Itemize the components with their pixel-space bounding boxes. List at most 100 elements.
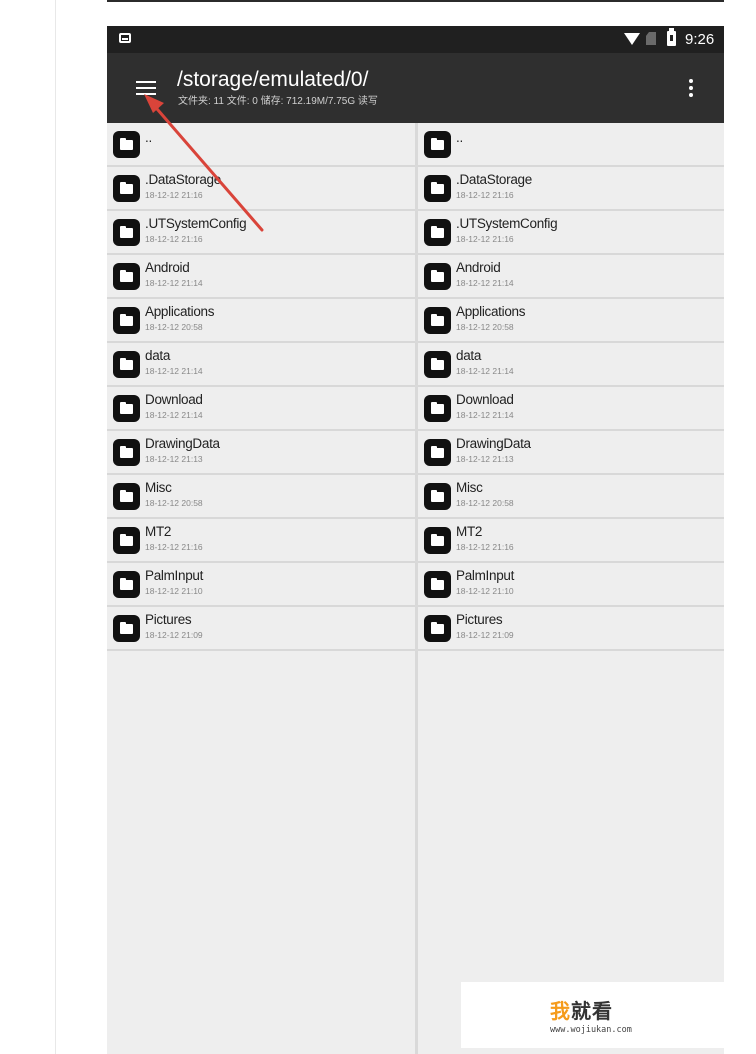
- folder-name: PalmInput: [145, 568, 204, 583]
- folder-name: MT2: [456, 524, 483, 539]
- folder-name: data: [456, 348, 482, 363]
- folder-row[interactable]: Applications 18-12-12 20:58: [418, 299, 724, 343]
- folder-row[interactable]: Misc 18-12-12 20:58: [418, 475, 724, 519]
- folder-name: DrawingData: [145, 436, 220, 451]
- folder-row[interactable]: MT2 18-12-12 21:16: [418, 519, 724, 563]
- folder-row[interactable]: DrawingData 18-12-12 21:13: [107, 431, 415, 475]
- folder-row[interactable]: Android 18-12-12 21:14: [418, 255, 724, 299]
- folder-icon: [424, 527, 451, 554]
- folder-row[interactable]: MT2 18-12-12 21:16: [107, 519, 415, 563]
- current-path-title: /storage/emulated/0/: [177, 68, 369, 91]
- folder-name: Android: [456, 260, 501, 275]
- folder-modified-date: 18-12-12 21:14: [145, 278, 203, 288]
- page-top-rule: [107, 0, 724, 2]
- app-bar: /storage/emulated/0/ 文件夹: 11 文件: 0 储存: 7…: [107, 53, 724, 123]
- folder-modified-date: 18-12-12 20:58: [145, 498, 203, 508]
- folder-modified-date: 18-12-12 21:14: [145, 366, 203, 376]
- folder-icon: [113, 615, 140, 642]
- folder-row[interactable]: .UTSystemConfig 18-12-12 21:16: [107, 211, 415, 255]
- folder-modified-date: 18-12-12 21:16: [456, 542, 514, 552]
- folder-row[interactable]: .DataStorage 18-12-12 21:16: [418, 167, 724, 211]
- notification-icon: [119, 33, 131, 43]
- storage-summary: 文件夹: 11 文件: 0 储存: 712.19M/7.75G 读写: [178, 96, 378, 107]
- folder-icon: [424, 615, 451, 642]
- page-left-rule: [55, 0, 56, 1054]
- wifi-icon: [624, 33, 640, 45]
- left-file-pane: .. .DataStorage 18-12-12 21:16 .UTSystemCon…: [107, 123, 415, 1054]
- folder-icon: [424, 175, 451, 202]
- more-vert-icon[interactable]: [681, 76, 701, 100]
- folder-icon: [113, 307, 140, 334]
- folder-modified-date: 18-12-12 21:13: [145, 454, 203, 464]
- folder-name: .DataStorage: [456, 172, 532, 187]
- folder-modified-date: 18-12-12 21:14: [456, 278, 514, 288]
- folder-icon: [113, 175, 140, 202]
- folder-icon: [113, 571, 140, 598]
- parent-folder-row[interactable]: ..: [418, 123, 724, 167]
- folder-name: Applications: [145, 304, 215, 319]
- folder-name: MT2: [145, 524, 172, 539]
- hamburger-menu-icon[interactable]: [133, 78, 159, 98]
- folder-icon: [113, 527, 140, 554]
- folder-name: DrawingData: [456, 436, 531, 451]
- folder-modified-date: 18-12-12 21:10: [145, 586, 203, 596]
- folder-name: PalmInput: [456, 568, 515, 583]
- folder-icon: [424, 263, 451, 290]
- folder-name: ..: [456, 130, 463, 145]
- folder-row[interactable]: Download 18-12-12 21:14: [107, 387, 415, 431]
- folder-modified-date: 18-12-12 21:09: [145, 630, 203, 640]
- folder-modified-date: 18-12-12 20:58: [145, 322, 203, 332]
- folder-name: ..: [145, 130, 152, 145]
- folder-icon: [424, 219, 451, 246]
- parent-folder-row[interactable]: ..: [107, 123, 415, 167]
- folder-modified-date: 18-12-12 20:58: [456, 322, 514, 332]
- folder-row[interactable]: Download 18-12-12 21:14: [418, 387, 724, 431]
- no-sim-icon: [646, 32, 656, 45]
- folder-icon: [113, 351, 140, 378]
- folder-icon: [424, 483, 451, 510]
- status-time: 9:26: [685, 31, 715, 48]
- folder-icon: [424, 439, 451, 466]
- folder-row[interactable]: Android 18-12-12 21:14: [107, 255, 415, 299]
- folder-row[interactable]: data 18-12-12 21:14: [107, 343, 415, 387]
- folder-row[interactable]: .UTSystemConfig 18-12-12 21:16: [418, 211, 724, 255]
- battery-icon: [667, 28, 676, 46]
- folder-name: Pictures: [145, 612, 192, 627]
- folder-modified-date: 18-12-12 21:13: [456, 454, 514, 464]
- folder-name: Misc: [456, 480, 483, 495]
- folder-row[interactable]: PalmInput 18-12-12 21:10: [418, 563, 724, 607]
- folder-icon: [113, 219, 140, 246]
- folder-row[interactable]: Misc 18-12-12 20:58: [107, 475, 415, 519]
- folder-modified-date: 18-12-12 21:16: [456, 190, 514, 200]
- folder-row[interactable]: DrawingData 18-12-12 21:13: [418, 431, 724, 475]
- folder-modified-date: 18-12-12 21:16: [456, 234, 514, 244]
- folder-modified-date: 18-12-12 21:16: [145, 542, 203, 552]
- folder-modified-date: 18-12-12 21:14: [145, 410, 203, 420]
- folder-icon: [113, 131, 140, 158]
- site-watermark: 我就看 www.wojiukan.com: [461, 982, 724, 1048]
- folder-name: Misc: [145, 480, 172, 495]
- folder-icon: [424, 571, 451, 598]
- folder-row[interactable]: Pictures 18-12-12 21:09: [418, 607, 724, 651]
- watermark-logo: 我就看: [550, 1001, 613, 1023]
- folder-row[interactable]: .DataStorage 18-12-12 21:16: [107, 167, 415, 211]
- folder-name: Pictures: [456, 612, 503, 627]
- folder-icon: [113, 395, 140, 422]
- watermark-url: www.wojiukan.com: [550, 1025, 632, 1035]
- status-bar: 9:26: [107, 26, 724, 53]
- folder-modified-date: 18-12-12 21:16: [145, 234, 203, 244]
- folder-modified-date: 18-12-12 21:09: [456, 630, 514, 640]
- right-file-pane: .. .DataStorage 18-12-12 21:16 .UTSystemCon…: [418, 123, 724, 1054]
- folder-icon: [113, 439, 140, 466]
- folder-icon: [113, 483, 140, 510]
- folder-row[interactable]: Pictures 18-12-12 21:09: [107, 607, 415, 651]
- folder-modified-date: 18-12-12 21:10: [456, 586, 514, 596]
- folder-name: data: [145, 348, 171, 363]
- folder-name: Download: [456, 392, 514, 407]
- folder-icon: [424, 307, 451, 334]
- folder-row[interactable]: PalmInput 18-12-12 21:10: [107, 563, 415, 607]
- folder-row[interactable]: Applications 18-12-12 20:58: [107, 299, 415, 343]
- folder-modified-date: 18-12-12 21:16: [145, 190, 203, 200]
- folder-row[interactable]: data 18-12-12 21:14: [418, 343, 724, 387]
- folder-icon: [424, 395, 451, 422]
